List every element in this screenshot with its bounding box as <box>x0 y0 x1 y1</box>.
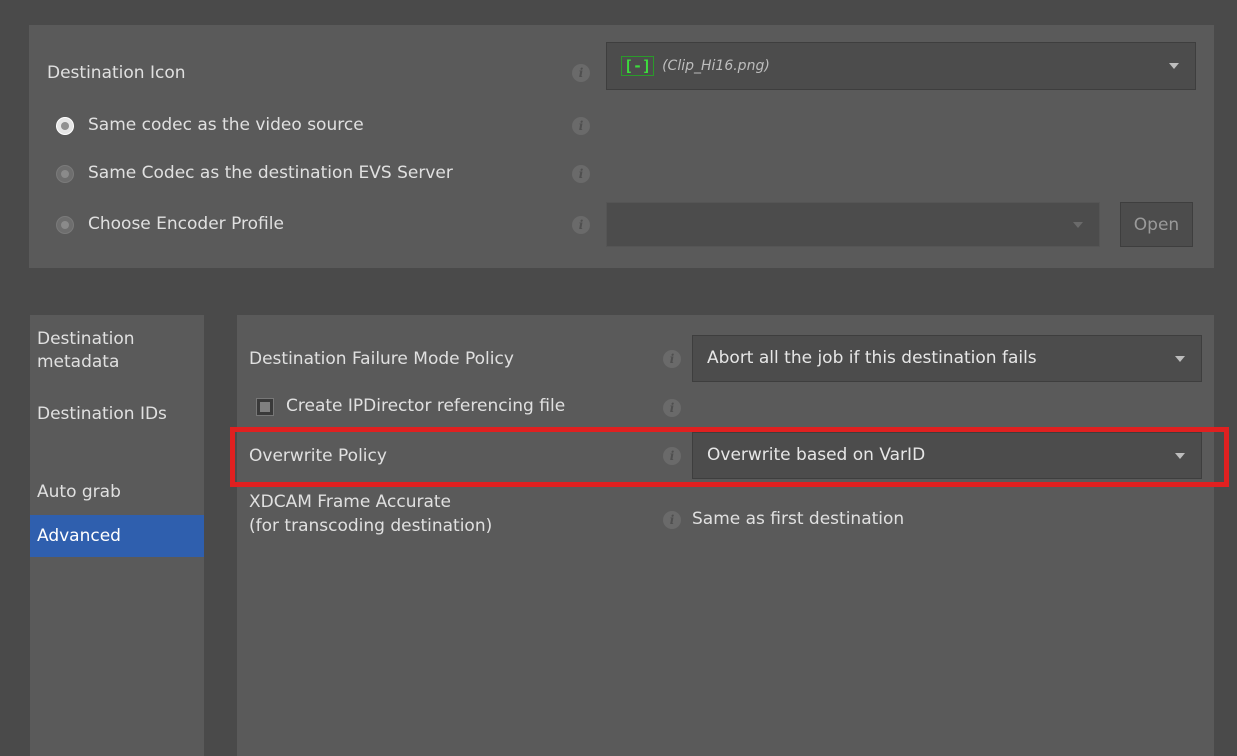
destination-icon-label: Destination Icon <box>47 63 186 83</box>
radio-same-codec-video-source[interactable] <box>56 117 74 135</box>
xdcam-value: Same as first destination <box>692 509 905 529</box>
failure-mode-dropdown[interactable]: Abort all the job if this destination fa… <box>692 335 1202 382</box>
failure-mode-value: Abort all the job if this destination fa… <box>707 348 1037 368</box>
info-icon[interactable]: i <box>572 165 590 183</box>
info-icon[interactable]: i <box>572 216 590 234</box>
failure-mode-label: Destination Failure Mode Policy <box>249 349 514 369</box>
sidebar-item-advanced[interactable]: Advanced <box>30 515 204 557</box>
xdcam-label-line2: (for transcoding destination) <box>249 516 493 536</box>
open-button[interactable]: Open <box>1120 202 1193 247</box>
chevron-down-icon <box>1073 221 1083 228</box>
info-icon[interactable]: i <box>572 64 590 82</box>
same-codec-evs-server-label: Same Codec as the destination EVS Server <box>88 163 453 183</box>
sidebar-item-auto-grab[interactable]: Auto grab <box>37 481 121 504</box>
sidebar-item-destination-metadata[interactable]: Destination metadata <box>37 328 204 374</box>
clip-icon: [-] <box>621 56 655 76</box>
create-ipdirector-checkbox[interactable] <box>256 398 274 416</box>
radio-choose-encoder-profile[interactable] <box>56 216 74 234</box>
create-ipdirector-label: Create IPDirector referencing file <box>286 396 566 416</box>
icon-file-name: (Clip_Hi16.png) <box>662 58 770 74</box>
info-icon[interactable]: i <box>663 399 681 417</box>
same-codec-video-source-label: Same codec as the video source <box>88 115 364 135</box>
chevron-down-icon <box>1169 63 1179 69</box>
info-icon[interactable]: i <box>663 511 681 529</box>
info-icon[interactable]: i <box>663 350 681 368</box>
highlight-box <box>230 427 1229 487</box>
encoder-profile-dropdown[interactable] <box>606 202 1100 247</box>
sidebar: Destination metadata Destination IDs Aut… <box>30 315 204 756</box>
choose-encoder-profile-label: Choose Encoder Profile <box>88 214 284 234</box>
info-icon[interactable]: i <box>572 117 590 135</box>
chevron-down-icon <box>1175 355 1185 362</box>
sidebar-item-destination-ids[interactable]: Destination IDs <box>37 403 167 426</box>
xdcam-label-line1: XDCAM Frame Accurate <box>249 492 452 512</box>
destination-icon-dropdown[interactable]: [-] (Clip_Hi16.png) <box>606 42 1196 90</box>
xdcam-label: XDCAM Frame Accurate (for transcoding de… <box>249 490 492 538</box>
radio-same-codec-evs-server[interactable] <box>56 165 74 183</box>
